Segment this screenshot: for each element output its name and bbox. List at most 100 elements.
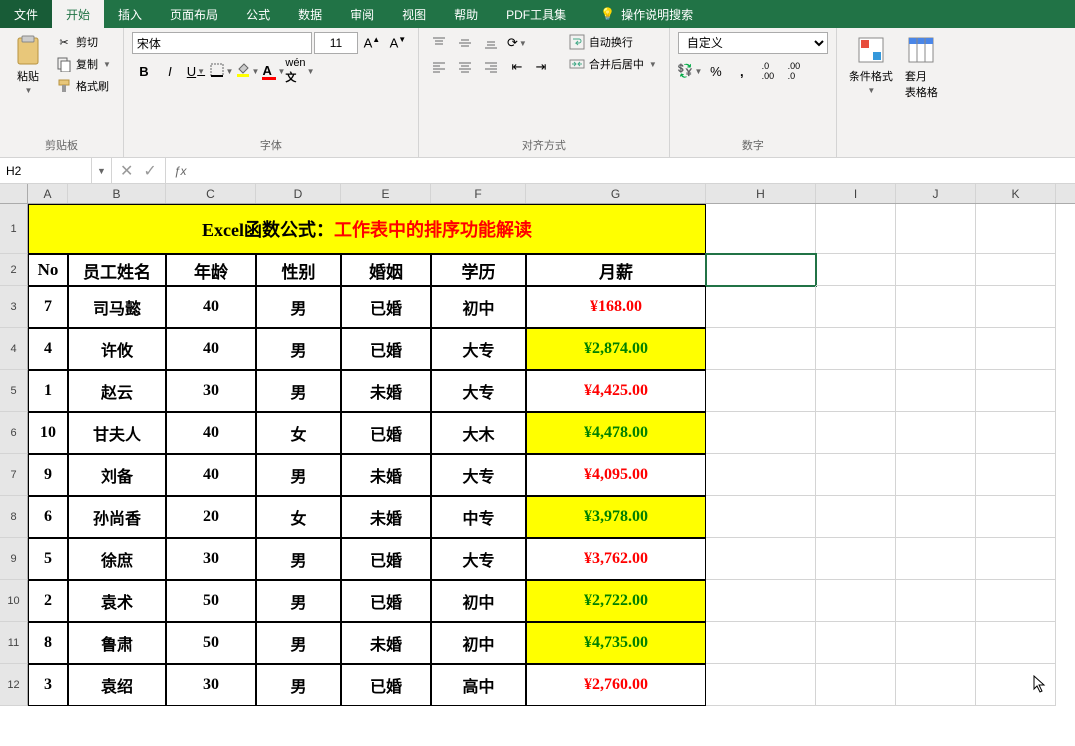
data-cell[interactable]: 40	[166, 412, 256, 454]
empty-cell[interactable]	[896, 254, 976, 286]
data-cell[interactable]: 未婚	[341, 454, 431, 496]
empty-cell[interactable]	[816, 204, 896, 254]
data-cell[interactable]: 鲁肃	[68, 622, 166, 664]
align-bottom-button[interactable]	[479, 32, 503, 54]
border-button[interactable]: ▼	[210, 60, 234, 82]
empty-cell[interactable]	[816, 412, 896, 454]
data-cell[interactable]: 袁术	[68, 580, 166, 622]
empty-cell[interactable]	[976, 328, 1056, 370]
empty-cell[interactable]	[816, 664, 896, 706]
col-header[interactable]: A	[28, 184, 68, 203]
header-cell[interactable]: No	[28, 254, 68, 286]
decrease-font-button[interactable]: A▼	[386, 32, 410, 54]
data-cell[interactable]: 男	[256, 286, 341, 328]
bold-button[interactable]: B	[132, 60, 156, 82]
empty-cell[interactable]	[706, 454, 816, 496]
data-cell[interactable]: 50	[166, 580, 256, 622]
data-cell[interactable]: 未婚	[341, 622, 431, 664]
data-cell[interactable]: 大专	[431, 370, 526, 412]
data-cell[interactable]: 7	[28, 286, 68, 328]
empty-cell[interactable]	[896, 664, 976, 706]
data-cell[interactable]: 3	[28, 664, 68, 706]
empty-cell[interactable]	[816, 538, 896, 580]
header-cell[interactable]: 月薪	[526, 254, 706, 286]
data-cell[interactable]: 已婚	[341, 664, 431, 706]
align-right-button[interactable]	[479, 56, 503, 78]
empty-cell[interactable]	[896, 622, 976, 664]
tab-home[interactable]: 开始	[52, 0, 104, 28]
title-cell[interactable]: Excel函数公式：工作表中的排序功能解读	[28, 204, 706, 254]
empty-cell[interactable]	[816, 496, 896, 538]
tab-formulas[interactable]: 公式	[232, 0, 284, 28]
font-color-button[interactable]: A ▼	[262, 60, 286, 82]
data-cell[interactable]: 30	[166, 664, 256, 706]
decrease-decimal-button[interactable]: .00.0	[782, 60, 806, 82]
format-table-button[interactable]: 套月 表格格	[901, 32, 942, 102]
col-header[interactable]: D	[256, 184, 341, 203]
data-cell[interactable]: 女	[256, 496, 341, 538]
search-help[interactable]: 💡 操作说明搜索	[600, 0, 693, 28]
data-cell[interactable]: 40	[166, 286, 256, 328]
data-cell[interactable]: 2	[28, 580, 68, 622]
paste-button[interactable]: 粘贴 ▼	[8, 32, 48, 97]
align-left-button[interactable]	[427, 56, 451, 78]
decrease-indent-button[interactable]: ⇤	[505, 56, 529, 78]
font-name-select[interactable]	[132, 32, 312, 54]
copy-button[interactable]: 复制 ▼	[52, 54, 115, 74]
col-header[interactable]: B	[68, 184, 166, 203]
tab-file[interactable]: 文件	[0, 0, 52, 28]
data-cell[interactable]: 孙尚香	[68, 496, 166, 538]
row-header[interactable]: 8	[0, 496, 28, 538]
align-middle-button[interactable]	[453, 32, 477, 54]
col-header[interactable]: G	[526, 184, 706, 203]
tab-data[interactable]: 数据	[284, 0, 336, 28]
data-cell[interactable]: 未婚	[341, 496, 431, 538]
data-cell[interactable]: 徐庶	[68, 538, 166, 580]
data-cell[interactable]: 男	[256, 622, 341, 664]
header-cell[interactable]: 性别	[256, 254, 341, 286]
data-cell[interactable]: 中专	[431, 496, 526, 538]
data-cell[interactable]: 1	[28, 370, 68, 412]
orientation-button[interactable]: ⟳▼	[505, 32, 529, 54]
data-cell[interactable]: 未婚	[341, 370, 431, 412]
row-header[interactable]: 10	[0, 580, 28, 622]
empty-cell[interactable]	[896, 204, 976, 254]
row-header[interactable]: 9	[0, 538, 28, 580]
row-header[interactable]: 7	[0, 454, 28, 496]
salary-cell[interactable]: ¥168.00	[526, 286, 706, 328]
data-cell[interactable]: 20	[166, 496, 256, 538]
data-cell[interactable]: 袁绍	[68, 664, 166, 706]
data-cell[interactable]: 初中	[431, 580, 526, 622]
tab-view[interactable]: 视图	[388, 0, 440, 28]
data-cell[interactable]: 初中	[431, 286, 526, 328]
salary-cell[interactable]: ¥4,425.00	[526, 370, 706, 412]
empty-cell[interactable]	[816, 286, 896, 328]
confirm-formula-button[interactable]: ✓	[143, 161, 156, 181]
empty-cell[interactable]	[976, 286, 1056, 328]
data-cell[interactable]: 司马懿	[68, 286, 166, 328]
data-cell[interactable]: 10	[28, 412, 68, 454]
empty-cell[interactable]	[706, 328, 816, 370]
data-cell[interactable]: 高中	[431, 664, 526, 706]
empty-cell[interactable]	[706, 496, 816, 538]
data-cell[interactable]: 已婚	[341, 412, 431, 454]
data-cell[interactable]: 男	[256, 370, 341, 412]
salary-cell[interactable]: ¥3,762.00	[526, 538, 706, 580]
data-cell[interactable]: 已婚	[341, 286, 431, 328]
format-painter-button[interactable]: 格式刷	[52, 76, 115, 96]
data-cell[interactable]: 赵云	[68, 370, 166, 412]
accounting-format-button[interactable]: 💱▼	[678, 60, 702, 82]
empty-cell[interactable]	[706, 286, 816, 328]
empty-cell[interactable]	[706, 370, 816, 412]
tab-insert[interactable]: 插入	[104, 0, 156, 28]
formula-input[interactable]	[195, 158, 1075, 183]
data-cell[interactable]: 9	[28, 454, 68, 496]
row-header[interactable]: 12	[0, 664, 28, 706]
col-header[interactable]: H	[706, 184, 816, 203]
empty-cell[interactable]	[896, 370, 976, 412]
empty-cell[interactable]	[896, 496, 976, 538]
empty-cell[interactable]	[976, 204, 1056, 254]
empty-cell[interactable]	[706, 622, 816, 664]
empty-cell[interactable]	[976, 622, 1056, 664]
col-header[interactable]: C	[166, 184, 256, 203]
